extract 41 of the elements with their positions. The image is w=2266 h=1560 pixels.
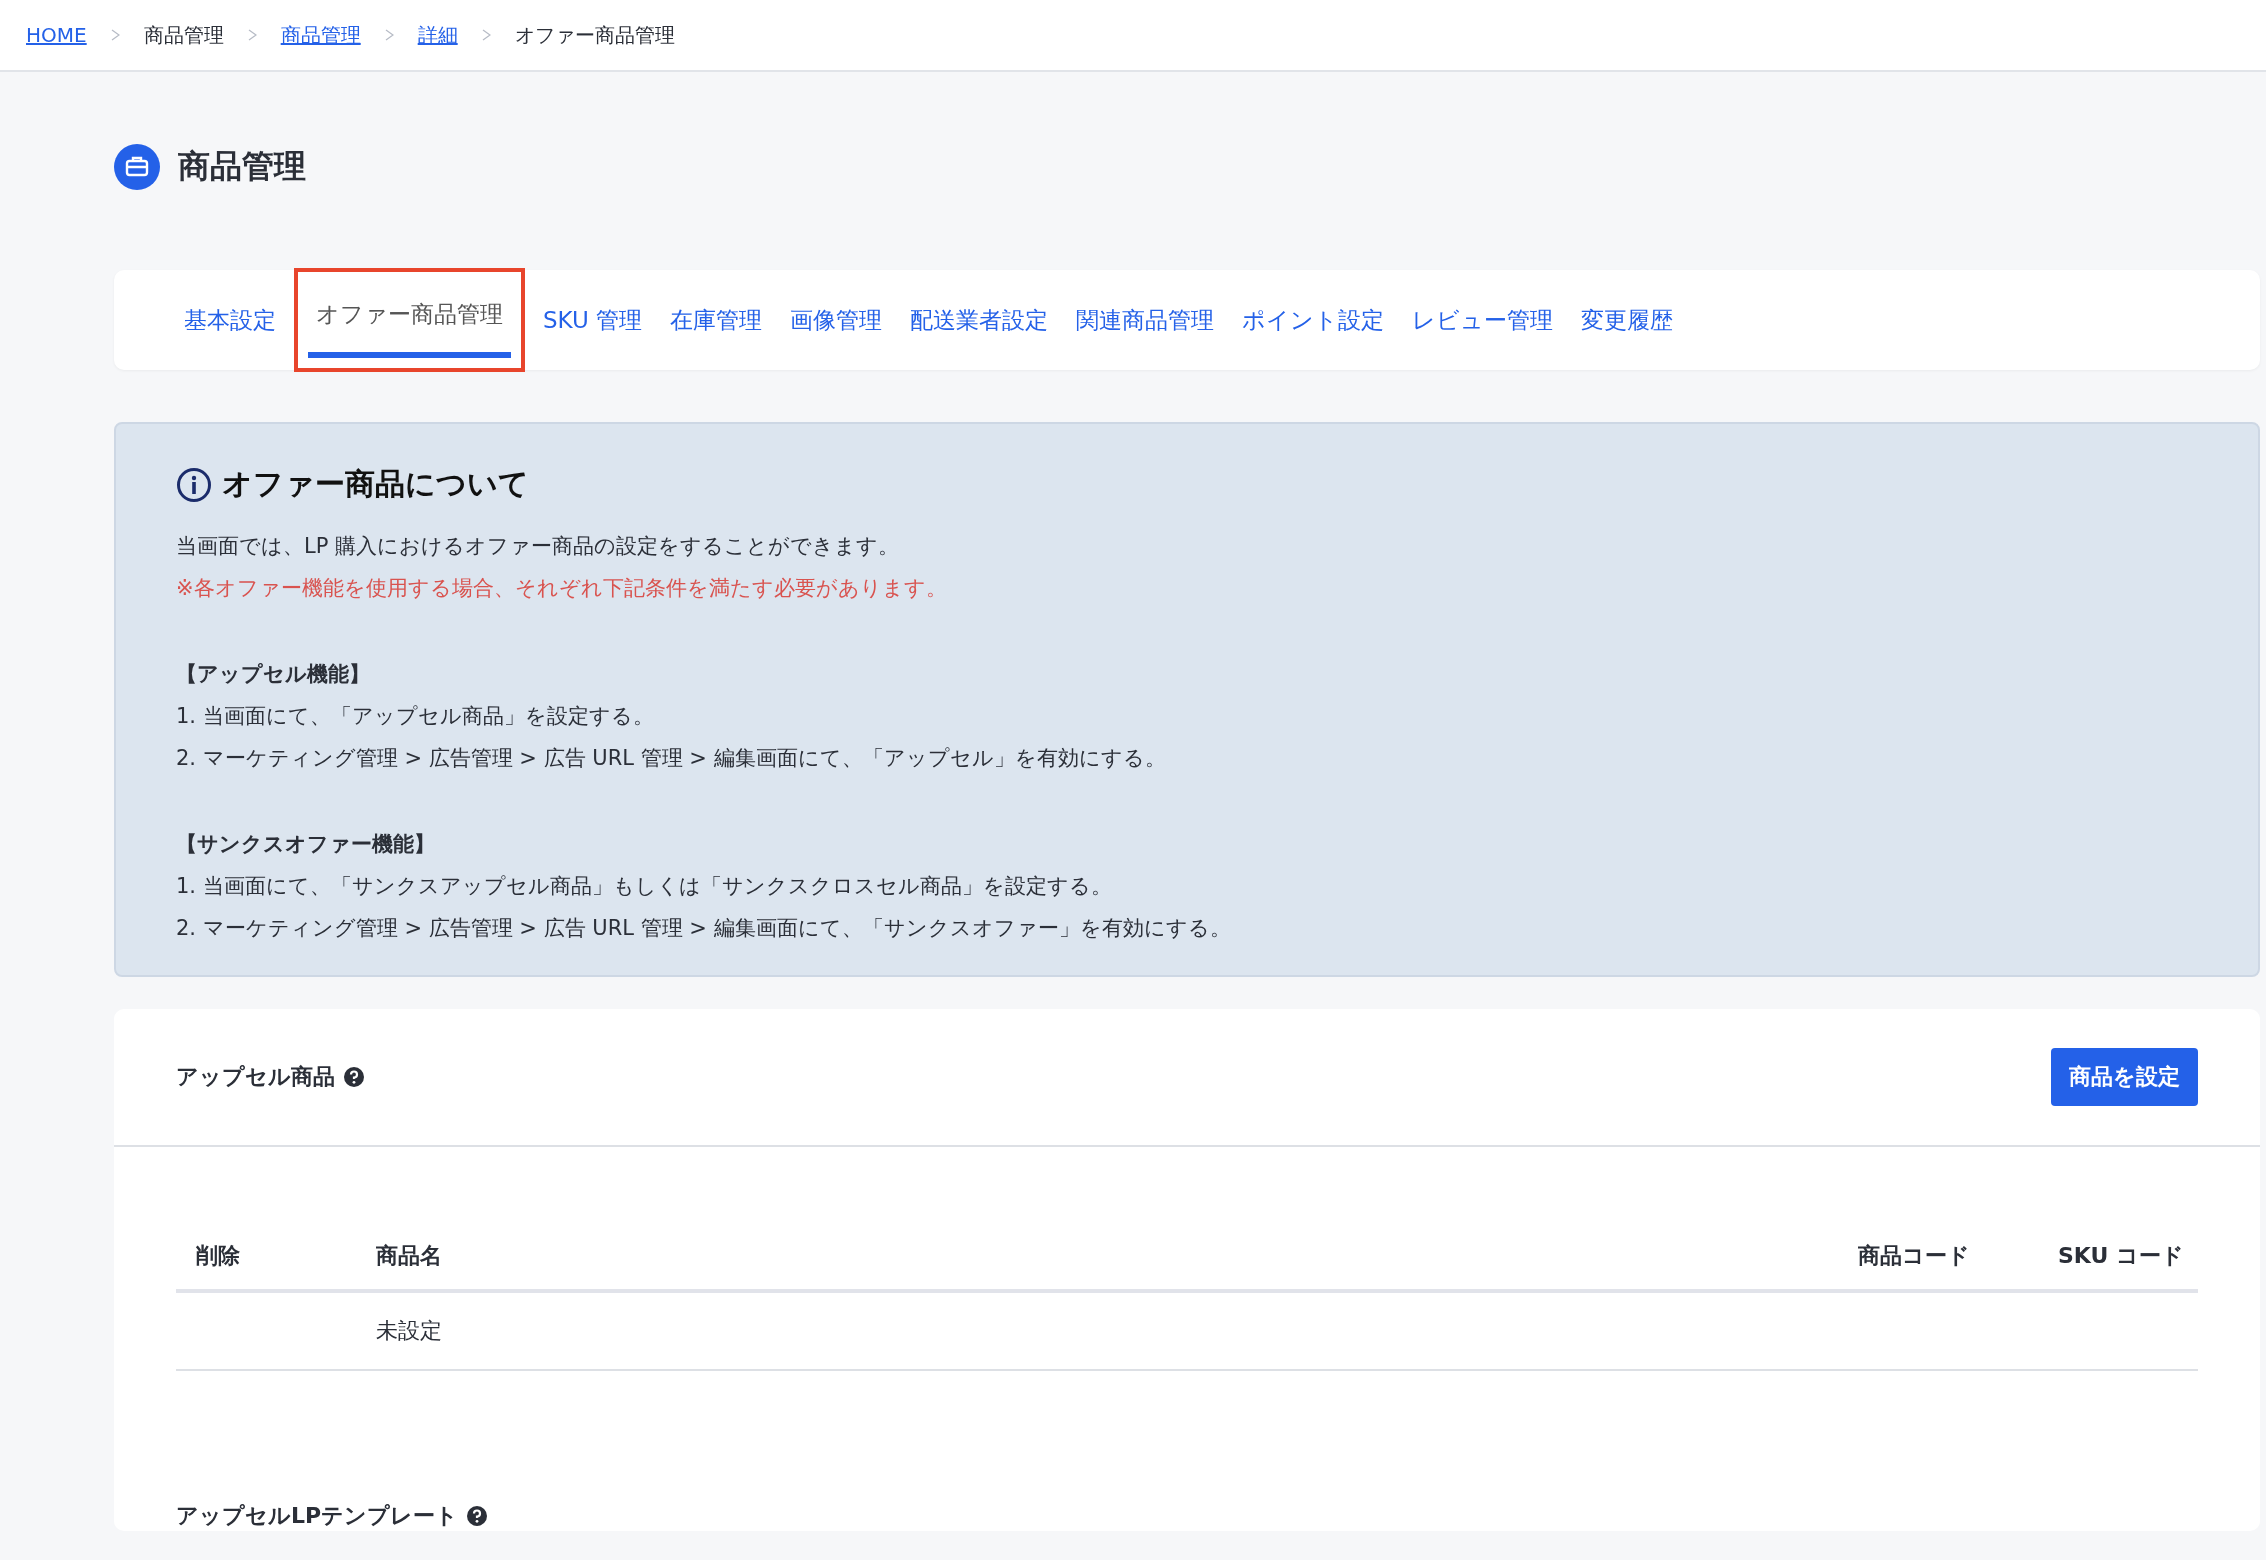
- warning-text: ※各オファー機能を使用する場合、それぞれ下記条件を満たす必要があります。: [176, 575, 948, 602]
- help-icon: [466, 1505, 489, 1527]
- breadcrumb-item: 商品管理: [143, 21, 224, 49]
- info-text: 当画面では、LP 購入におけるオファー商品の設定をすることができます。: [176, 533, 901, 560]
- info-title: オファー商品について: [222, 465, 529, 503]
- breadcrumb-separator-icon: [384, 29, 394, 41]
- tab[interactable]: オファー商品管理: [308, 270, 511, 358]
- tab[interactable]: 画像管理: [782, 270, 891, 370]
- tab[interactable]: 基本設定: [176, 270, 284, 370]
- tab[interactable]: 変更履歴: [1573, 270, 1682, 370]
- column-header: 削除: [195, 1242, 241, 1270]
- info-icon: [176, 466, 212, 503]
- table-cell-text: 未設定: [376, 1317, 443, 1345]
- column-header: SKU コード: [2058, 1242, 2186, 1270]
- section-heading: 【サンクスオファー機能】: [176, 831, 436, 858]
- section-heading: 【アップセル機能】: [176, 661, 371, 688]
- tab[interactable]: SKU 管理: [535, 270, 651, 370]
- tab[interactable]: 関連商品管理: [1068, 270, 1223, 370]
- tab[interactable]: ポイント設定: [1234, 270, 1393, 370]
- info-text: 1. 当画面にて、「アップセル商品」を設定する。: [176, 703, 655, 730]
- page-title: 商品管理: [178, 146, 306, 187]
- section-title: アップセルLPテンプレート: [176, 1502, 459, 1530]
- breadcrumb-separator-icon: [247, 29, 257, 41]
- help-icon: [343, 1066, 365, 1088]
- breadcrumb-separator-icon: [481, 29, 491, 41]
- tab[interactable]: 在庫管理: [662, 270, 771, 370]
- info-text: 1. 当画面にて、「サンクスアップセル商品」もしくは「サンクスクロスセル商品」を設定する。: [176, 873, 1113, 900]
- section-title: アップセル商品: [176, 1063, 335, 1091]
- set-product-button[interactable]: 商品を設定: [2051, 1048, 2198, 1106]
- breadcrumb-item: オファー商品管理: [514, 21, 675, 49]
- info-text: 2. マーケティング管理 > 広告管理 > 広告 URL 管理 > 編集画面にて、「アップセル」を有効にする。: [176, 745, 1167, 772]
- tab[interactable]: レビュー管理: [1404, 270, 1562, 370]
- breadcrumb-separator-icon: [110, 29, 120, 41]
- column-header: 商品コード: [1858, 1242, 1971, 1270]
- column-header: 商品名: [376, 1242, 443, 1270]
- info-text: 2. マーケティング管理 > 広告管理 > 広告 URL 管理 > 編集画面にて、「サンクスオファー」を有効にする。: [176, 915, 1232, 942]
- breadcrumb-link[interactable]: 商品管理: [280, 21, 361, 49]
- tab[interactable]: 配送業者設定: [902, 270, 1057, 370]
- briefcase-icon: [114, 144, 160, 190]
- breadcrumb-link[interactable]: HOME: [26, 23, 87, 47]
- breadcrumb-link[interactable]: 詳細: [417, 21, 458, 49]
